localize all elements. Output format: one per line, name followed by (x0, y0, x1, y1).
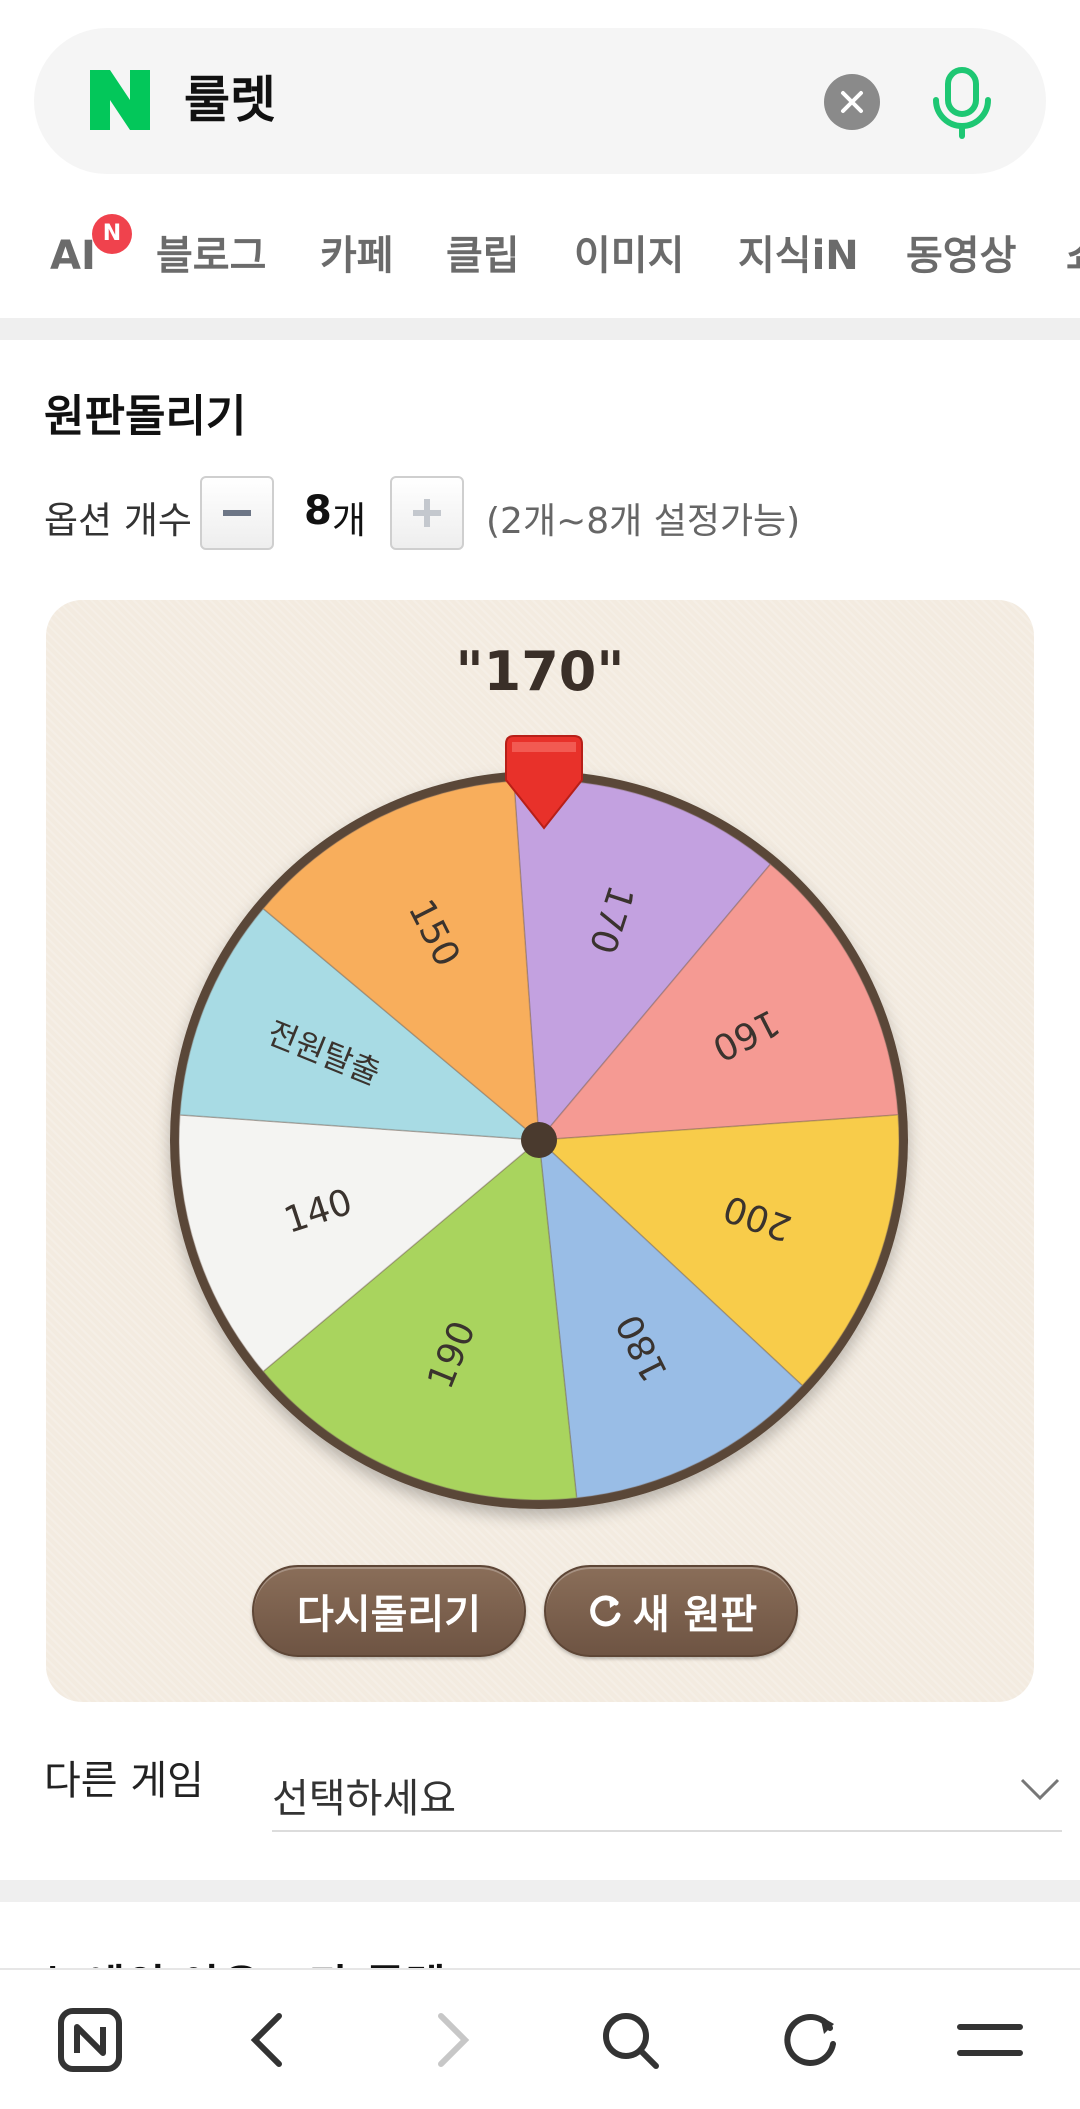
select-value: 선택하세요 (272, 1776, 456, 1822)
roulette-wheel[interactable]: 170160200180190140전원탈출150 (150, 730, 930, 1530)
spin-again-button[interactable]: 다시돌리기 (252, 1565, 526, 1657)
search-icon (603, 2013, 659, 2069)
option-count-value: 8 (304, 488, 332, 534)
search-button[interactable] (588, 1998, 672, 2082)
home-button[interactable] (48, 1998, 132, 2082)
menu-button[interactable] (948, 1998, 1032, 2082)
tab-ai[interactable]: AI (50, 228, 96, 284)
bottom-nav (0, 1968, 1080, 2109)
microphone-icon[interactable] (924, 64, 1000, 140)
reload-button[interactable] (768, 1998, 852, 2082)
back-icon (250, 2013, 282, 2067)
forward-button[interactable] (410, 1998, 494, 2082)
back-button[interactable] (226, 1998, 310, 2082)
search-bar[interactable]: 룰렛 (34, 28, 1046, 174)
option-count-label: 옵션 개수 (44, 499, 192, 542)
tab-kin[interactable]: 지식iN (738, 228, 859, 284)
refresh-icon (590, 1595, 621, 1627)
plus-icon (413, 499, 441, 527)
section-title: 원판돌리기 (44, 391, 247, 442)
chevron-down-icon (1020, 1778, 1060, 1801)
tab-image[interactable]: 이미지 (574, 228, 684, 284)
close-icon (841, 91, 863, 113)
spin-again-label: 다시돌리기 (297, 1592, 481, 1638)
option-range-note: (2개~8개 설정가능) (486, 501, 801, 542)
search-tabs: AI N 블로그 카페 클립 이미지 지식iN 동영상 쇼 (0, 200, 1080, 310)
new-badge: N (92, 214, 132, 254)
tab-clip[interactable]: 클립 (446, 228, 520, 284)
forward-icon (438, 2013, 470, 2067)
new-wheel-label: 새 원판 (632, 1592, 758, 1638)
section-divider (0, 318, 1080, 340)
tab-blog[interactable]: 블로그 (156, 228, 266, 284)
other-game-select[interactable]: 선택하세요 (272, 1760, 1062, 1832)
wheel-hub (521, 1122, 557, 1158)
decrease-button[interactable] (200, 476, 274, 550)
tab-video[interactable]: 동영상 (906, 228, 1016, 284)
minus-icon (223, 510, 251, 516)
new-wheel-button[interactable]: 새 원판 (544, 1565, 798, 1657)
tab-shopping[interactable]: 쇼 (1066, 228, 1080, 284)
tab-cafe[interactable]: 카페 (320, 228, 394, 284)
naver-home-icon (58, 2008, 122, 2072)
search-input[interactable]: 룰렛 (184, 68, 276, 132)
section-divider-2 (0, 1880, 1080, 1902)
naver-logo-icon[interactable] (88, 68, 152, 132)
option-count-unit: 개 (332, 499, 367, 542)
refresh-icon (784, 2013, 836, 2066)
increase-button[interactable] (390, 476, 464, 550)
menu-icon (957, 2024, 1023, 2056)
result-text: "170" (455, 640, 625, 703)
other-game-label: 다른 게임 (44, 1758, 204, 1804)
clear-search-button[interactable] (824, 74, 880, 130)
